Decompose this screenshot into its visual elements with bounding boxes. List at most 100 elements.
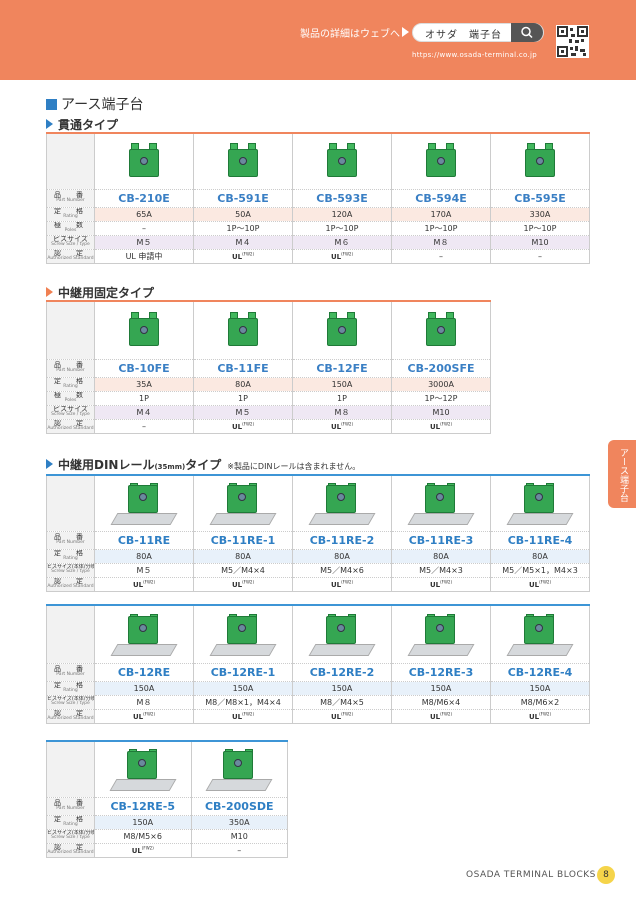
part-number-row: 品 番 Part Number CB-10FE CB-11FE CB-12FE C… bbox=[46, 359, 491, 378]
product-image bbox=[193, 133, 293, 190]
product-image bbox=[490, 133, 590, 190]
standard-row: 認 定 Authorized Standard UL(FW2) – bbox=[46, 843, 288, 858]
arrow-right-icon bbox=[402, 27, 409, 37]
part-number: CB-11RE-1 bbox=[193, 531, 293, 550]
rating-row: 定 格 Rating 150A 350A bbox=[46, 815, 288, 830]
section-title-relay: 中継用固定タイプ bbox=[46, 284, 154, 301]
rating-row: 定 格 Rating 150A 150A 150A 150A 150A bbox=[46, 681, 590, 696]
product-image bbox=[191, 741, 288, 798]
rating-row: 定 格 Rating 35A 80A 150A 3000A bbox=[46, 377, 491, 392]
section-title-din: 中継用DINレール(35mm)タイプ ※製品にDINレールは含まれません。 bbox=[46, 456, 360, 473]
ul-mark: UL(FW2) bbox=[292, 419, 392, 434]
part-number-row: 品 番 Part Number CB-210E CB-591E CB-593E C… bbox=[46, 189, 590, 208]
ul-mark: UL(FW2) bbox=[94, 709, 194, 724]
page-title: アース端子台 bbox=[46, 94, 143, 114]
ul-mark: UL(FW2) bbox=[292, 249, 392, 264]
image-row bbox=[46, 133, 590, 190]
ul-mark: UL(FW2) bbox=[193, 249, 293, 264]
part-number-row: 品 番 Part Number CB-12RE CB-12RE-1 CB-12RE… bbox=[46, 663, 590, 682]
ul-mark: UL(FW2) bbox=[292, 709, 392, 724]
screw-row: ビスサイズ(本体/分岐側)Screw Size / type M８ M8／M8×… bbox=[46, 695, 590, 710]
part-number: CB-12FE bbox=[292, 359, 392, 378]
row-label: 認 定 Authorized Standard bbox=[46, 249, 95, 264]
footer-brand: OSADA TERMINAL BLOCKS bbox=[466, 870, 596, 880]
standard-row: 認 定 Authorized Standard – UL(FW2) UL(FW2)… bbox=[46, 419, 491, 434]
row-label: ビスサイズ Screw Size / type bbox=[46, 235, 95, 250]
part-number: CB-12RE-1 bbox=[193, 663, 293, 682]
part-number: CB-591E bbox=[193, 189, 293, 208]
web-link-text: 製品の詳細はウェブへ bbox=[300, 29, 400, 40]
section-title-through: 貫通タイプ bbox=[46, 116, 118, 133]
product-image bbox=[94, 741, 192, 798]
page-header: 製品の詳細はウェブへ オサダ 端子台 https://www.osada-ter… bbox=[0, 0, 636, 80]
standard-row: 認 定 Authorized Standard UL(FW2) UL(FW2) U… bbox=[46, 577, 590, 592]
part-number: CB-12RE bbox=[94, 663, 194, 682]
part-number: CB-11RE bbox=[94, 531, 194, 550]
triangle-bullet-icon bbox=[46, 119, 53, 129]
through-type-table: 品 番 Part Number CB-210E CB-591E CB-593E C… bbox=[46, 132, 590, 264]
product-image bbox=[94, 133, 194, 190]
search-icon bbox=[521, 26, 533, 39]
search-text: オサダ 端子台 bbox=[425, 30, 502, 41]
product-image bbox=[94, 605, 194, 664]
screw-row: ビスサイズ Screw Size / type M４ M５ M８ M10 bbox=[46, 405, 491, 420]
triangle-bullet-icon bbox=[46, 287, 53, 297]
part-number: CB-12RE-2 bbox=[292, 663, 392, 682]
part-number: CB-210E bbox=[94, 189, 194, 208]
ul-mark: UL(FW2) bbox=[391, 709, 491, 724]
product-image bbox=[193, 475, 293, 532]
ul-mark: UL(FW2) bbox=[292, 577, 392, 592]
triangle-bullet-icon bbox=[46, 459, 53, 469]
product-image bbox=[391, 133, 491, 190]
relay-type-table: 品 番 Part Number CB-10FE CB-11FE CB-12FE C… bbox=[46, 300, 491, 434]
ul-mark: UL(FW2) bbox=[391, 419, 491, 434]
side-tab[interactable]: アース端子台 bbox=[608, 440, 636, 508]
din-table-3: 品 番 Part Number CB-12RE-5 CB-200SDE 定 格 Ra… bbox=[46, 740, 288, 858]
screw-row: ビスサイズ(本体/分岐側)Screw Size / type M５ M5／M4×… bbox=[46, 563, 590, 578]
row-label: 品 番 Part Number bbox=[46, 189, 95, 208]
product-image bbox=[391, 605, 491, 664]
part-number: CB-12RE-4 bbox=[490, 663, 590, 682]
part-number: CB-12RE-5 bbox=[94, 797, 192, 816]
part-number-row: 品 番 Part Number CB-12RE-5 CB-200SDE bbox=[46, 797, 288, 816]
product-image bbox=[94, 475, 194, 532]
part-number: CB-595E bbox=[490, 189, 590, 208]
search-box[interactable]: オサダ 端子台 bbox=[412, 23, 544, 42]
standard-row: 認 定 Authorized Standard UL(FW2) UL(FW2) U… bbox=[46, 709, 590, 724]
product-image bbox=[292, 133, 392, 190]
part-number: CB-593E bbox=[292, 189, 392, 208]
part-number: CB-11RE-2 bbox=[292, 531, 392, 550]
product-image bbox=[193, 605, 293, 664]
part-number: CB-12RE-3 bbox=[391, 663, 491, 682]
product-image bbox=[193, 301, 293, 360]
image-row bbox=[46, 301, 491, 360]
ul-mark: UL(FW2) bbox=[94, 577, 194, 592]
row-label: 極 数 Poles bbox=[46, 221, 95, 236]
qr-code-icon[interactable] bbox=[556, 25, 589, 58]
product-image bbox=[292, 301, 392, 360]
rating-row: 定 格 Rating 80A 80A 80A 80A 80A bbox=[46, 549, 590, 564]
square-bullet-icon bbox=[46, 99, 57, 110]
ul-mark: UL(FW2) bbox=[490, 709, 590, 724]
product-image bbox=[490, 605, 590, 664]
part-number: CB-200SDE bbox=[191, 797, 288, 816]
part-number-row: 品 番 Part Number CB-11RE CB-11RE-1 CB-11RE… bbox=[46, 531, 590, 550]
ul-mark: UL(FW2) bbox=[193, 577, 293, 592]
part-number: CB-594E bbox=[391, 189, 491, 208]
page-number: 8 bbox=[597, 866, 615, 884]
poles-row: 極 数 Poles 1P 1P 1P 1P～12P bbox=[46, 391, 491, 406]
ul-mark: UL(FW2) bbox=[193, 709, 293, 724]
website-url[interactable]: https://www.osada-terminal.co.jp bbox=[412, 51, 537, 59]
ul-mark: UL(FW2) bbox=[94, 843, 192, 858]
part-number: CB-11RE-3 bbox=[391, 531, 491, 550]
row-label: 定 格 Rating bbox=[46, 207, 95, 222]
poles-row: 極 数 Poles – 1P～10P 1P～10P 1P～10P 1P～10P bbox=[46, 221, 590, 236]
ul-mark: UL(FW2) bbox=[391, 577, 491, 592]
product-image bbox=[292, 605, 392, 664]
product-image bbox=[490, 475, 590, 532]
screw-row: ビスサイズ(本体/分岐側)Screw Size / type M8/M5×6 M… bbox=[46, 829, 288, 844]
search-button[interactable] bbox=[511, 23, 543, 42]
rating-row: 定 格 Rating 65A 50A 120A 170A 330A bbox=[46, 207, 590, 222]
ul-mark: UL(FW2) bbox=[193, 419, 293, 434]
part-number: CB-11RE-4 bbox=[490, 531, 590, 550]
